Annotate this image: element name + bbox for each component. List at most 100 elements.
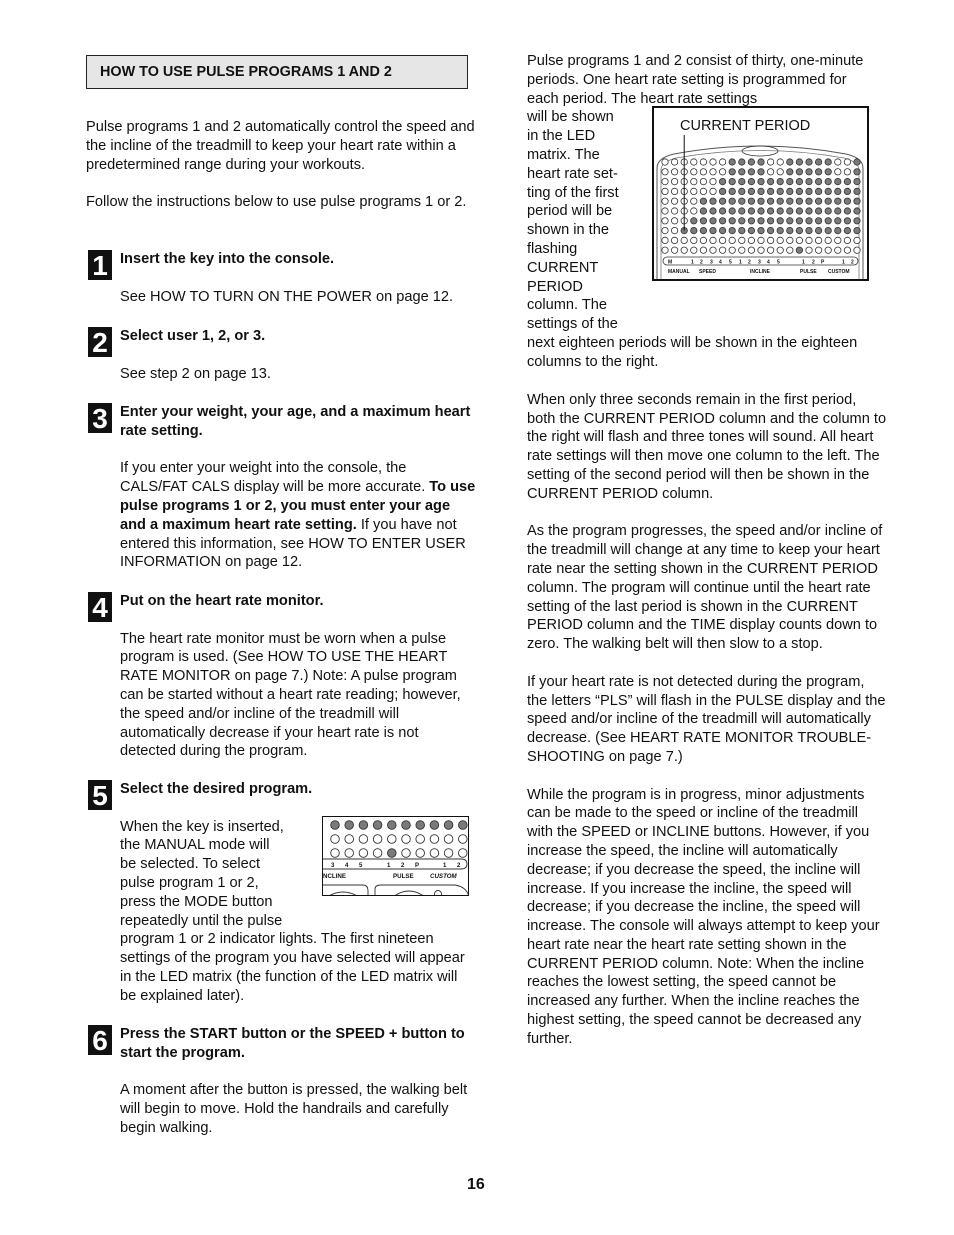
led-dot xyxy=(757,207,765,215)
led-dot xyxy=(747,227,756,235)
led-dot xyxy=(776,168,784,176)
indicator-label: 2 xyxy=(700,260,703,266)
led-dot xyxy=(843,237,851,245)
led-dot xyxy=(776,246,784,255)
led-dot xyxy=(699,168,708,176)
led-dot xyxy=(330,848,340,858)
led-dot xyxy=(401,834,411,844)
led-dot xyxy=(853,246,861,255)
led-dot xyxy=(358,834,369,844)
led-dot xyxy=(728,197,736,206)
led-dot xyxy=(795,217,803,225)
paragraph-three-seconds: When only three seconds remain in the fi… xyxy=(527,391,887,502)
led-dot xyxy=(757,197,765,206)
led-dot xyxy=(776,207,784,215)
step-heading: Press the START button or the SPEED + bu… xyxy=(120,1026,465,1061)
led-dot xyxy=(738,207,746,215)
step-number-badge: 3 xyxy=(88,403,112,434)
indicator-label: 1 xyxy=(739,260,742,266)
led-dot xyxy=(709,178,717,186)
led-dot xyxy=(738,158,746,166)
led-dot xyxy=(824,188,832,196)
led-dot xyxy=(690,197,698,206)
led-dot xyxy=(719,168,727,176)
indicator-label: 3 xyxy=(710,260,713,266)
led-dot xyxy=(429,820,440,830)
led-dot xyxy=(747,217,756,225)
indicator-label: 2 xyxy=(401,863,405,869)
led-dot xyxy=(805,246,813,255)
led-dot xyxy=(824,217,832,225)
led-dot xyxy=(719,227,727,235)
paragraph-periods: Pulse programs 1 and 2 consist of thirty… xyxy=(527,53,864,107)
led-dot xyxy=(728,158,736,166)
led-dot xyxy=(757,246,765,255)
led-dot xyxy=(786,188,794,196)
led-dot xyxy=(767,168,775,176)
right-column: Pulse programs 1 and 2 consist of thirty… xyxy=(527,52,887,1049)
led-dot xyxy=(387,834,397,844)
led-dot xyxy=(843,246,851,255)
led-dot xyxy=(719,217,727,225)
step-text: A moment after the button is pressed, th… xyxy=(120,1082,468,1136)
led-dot xyxy=(344,820,354,830)
group-label: SPEED xyxy=(699,269,716,275)
step-heading: Insert the key into the console. xyxy=(120,251,335,267)
led-dot xyxy=(824,197,832,206)
group-label: MANUAL xyxy=(668,269,690,275)
group-label: PULSE xyxy=(800,269,817,275)
led-dot xyxy=(661,188,669,196)
led-matrix-figure: CURRENT PERIOD M 1 2 3 4 5 1 2 3 4 5 1 2 P 1 2 MANUAL SPEE… xyxy=(652,106,869,282)
led-dot xyxy=(815,188,823,196)
led-dot xyxy=(843,227,851,235)
led-dot xyxy=(776,237,784,245)
led-dot xyxy=(815,207,823,215)
led-dot xyxy=(690,207,698,215)
led-dot xyxy=(738,237,746,245)
led-dot xyxy=(387,848,397,858)
led-dot xyxy=(401,820,411,830)
led-dot xyxy=(824,168,832,176)
led-dot xyxy=(853,168,861,176)
led-dot xyxy=(443,834,454,844)
led-dot xyxy=(670,178,679,186)
led-dot xyxy=(767,227,775,235)
led-dot xyxy=(358,848,369,858)
led-dot xyxy=(728,237,736,245)
paragraph-periods-float: will be shown in the LED matrix. The hea… xyxy=(527,109,619,333)
led-dot xyxy=(661,158,669,166)
led-dot xyxy=(757,178,765,186)
led-dot xyxy=(834,227,842,235)
led-dot xyxy=(795,237,803,245)
led-dot xyxy=(786,178,794,186)
led-dot xyxy=(690,168,698,176)
led-dot xyxy=(401,848,411,858)
led-dot xyxy=(661,168,669,176)
indicator-label: 3 xyxy=(331,863,335,869)
button-outline xyxy=(395,890,423,895)
led-dot xyxy=(805,188,813,196)
led-dot xyxy=(834,178,842,186)
led-dot xyxy=(805,178,813,186)
led-dot xyxy=(795,227,803,235)
led-dot xyxy=(853,197,861,206)
led-dot xyxy=(824,158,832,166)
led-dot xyxy=(738,246,746,255)
led-dot xyxy=(728,246,736,255)
led-dot xyxy=(728,227,736,235)
step-text: See HOW TO TURN ON THE POWER on page 12. xyxy=(120,288,454,305)
led-dot xyxy=(670,158,679,166)
led-dot xyxy=(747,246,756,255)
led-dot xyxy=(757,217,765,225)
led-dot xyxy=(747,197,756,206)
led-dot xyxy=(719,178,727,186)
led-dot xyxy=(699,237,708,245)
led-dot xyxy=(834,188,842,196)
led-dot xyxy=(747,158,756,166)
led-indicator-figure: 3 4 5 1 2 P 1 2 NCLINE PULSE CUSTOM xyxy=(322,816,469,896)
led-dot xyxy=(699,188,708,196)
led-dot xyxy=(824,178,832,186)
led-dot xyxy=(805,207,813,215)
paragraph-pls: If your heart rate is not detected durin… xyxy=(527,673,886,765)
led-dot xyxy=(767,188,775,196)
